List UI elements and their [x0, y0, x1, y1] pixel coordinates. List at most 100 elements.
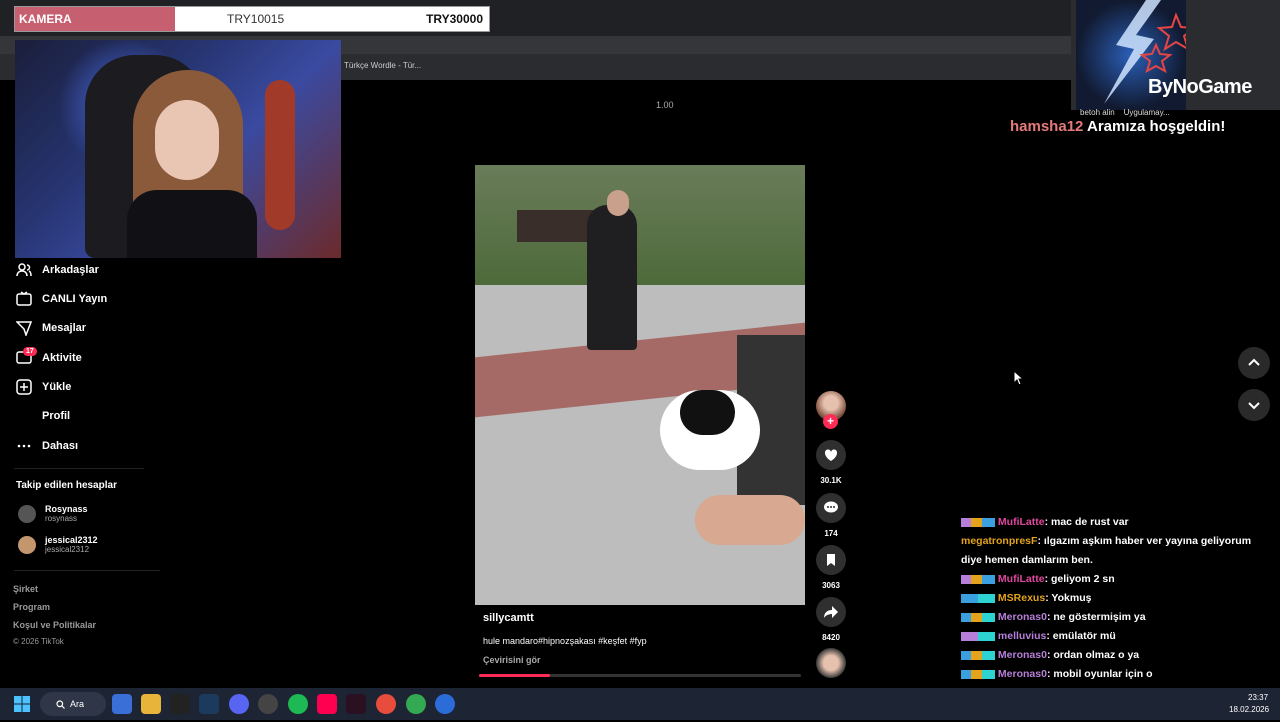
like-button[interactable]: 30.1K	[816, 440, 846, 485]
cam-face	[155, 100, 219, 180]
chat-badge-icon	[961, 517, 995, 527]
messages-icon	[16, 321, 32, 336]
video-progress-bar[interactable]	[479, 674, 801, 677]
chat-username: melluvius	[997, 630, 1047, 642]
more-icon	[17, 444, 31, 448]
video-hand	[695, 495, 805, 545]
like-count: 30.1K	[820, 476, 842, 485]
bynogame-logo: ByNoGame	[1148, 76, 1252, 98]
windows-start-icon[interactable]	[14, 696, 30, 712]
chat-text: : geliyom 2 sn	[1044, 573, 1115, 585]
nav-upload[interactable]: Yükle	[16, 379, 71, 395]
video-author[interactable]: sillycamtt	[483, 612, 534, 624]
next-video-button[interactable]	[1238, 389, 1270, 421]
footer-link[interactable]: Şirket	[13, 584, 38, 594]
chat-text: : mac de rust var	[1044, 516, 1129, 528]
footer-link[interactable]: Program	[13, 602, 50, 612]
translate-link[interactable]: Çevirisini gör	[483, 655, 541, 665]
taskbar-search[interactable]: Ara	[40, 692, 106, 716]
nav-messages[interactable]: Mesajlar	[16, 320, 86, 336]
mouse-cursor-icon	[1013, 370, 1025, 386]
chat-message: Meronas0: mobil oyunlar için o	[961, 665, 1271, 684]
windows-taskbar	[0, 688, 1280, 720]
upload-icon	[16, 379, 32, 395]
clock-time[interactable]: 23:37	[1248, 693, 1268, 702]
calculator-app-icon[interactable]	[112, 694, 132, 714]
chrome-icon[interactable]	[376, 694, 396, 714]
chat-badge-icon	[961, 650, 995, 660]
avatar	[18, 535, 36, 554]
follow-button[interactable]: +	[823, 414, 838, 429]
live-icon	[16, 291, 32, 306]
chat-username: MufiLatte	[997, 516, 1045, 528]
nav-live[interactable]: CANLI Yayın	[16, 291, 107, 307]
comment-icon	[824, 501, 838, 513]
video-player[interactable]	[475, 165, 805, 605]
overlay-tab-labels: betoh alin Uygulamay...	[1080, 108, 1170, 117]
previous-video-button[interactable]	[1238, 347, 1270, 379]
save-button[interactable]: 3063	[816, 545, 846, 590]
chat-badge-icon	[961, 574, 995, 584]
cam-body	[127, 190, 257, 258]
profile-icon	[16, 408, 32, 424]
steam-icon[interactable]	[199, 694, 219, 714]
app-icon-3[interactable]	[435, 694, 455, 714]
share-button[interactable]: 8420	[816, 597, 846, 642]
overlay-tab-1: betoh alin	[1080, 108, 1115, 117]
nav-label: Yükle	[42, 381, 72, 393]
app-icon[interactable]	[258, 694, 278, 714]
discord-icon[interactable]	[229, 694, 249, 714]
clock-date[interactable]: 18.02.2026	[1229, 705, 1269, 714]
chat-text: : ordan olmaz o ya	[1046, 649, 1140, 661]
heart-icon	[824, 449, 838, 461]
chrome-active-icon[interactable]	[406, 694, 426, 714]
bookmark-icon	[827, 554, 835, 566]
account-item[interactable]: Rosynass rosynass	[18, 504, 88, 523]
nav-label: CANLI Yayın	[42, 293, 108, 305]
donation-current: TRY10015	[227, 12, 285, 26]
comment-button[interactable]: 174	[816, 493, 846, 538]
file-explorer-icon[interactable]	[141, 694, 161, 714]
chat-username: megatronpresF	[961, 535, 1038, 547]
share-count: 8420	[822, 633, 840, 642]
epic-games-icon[interactable]	[170, 694, 190, 714]
playback-speed: 1.00	[656, 100, 674, 110]
nav-label: Dahası	[42, 440, 79, 452]
nav-label: Profil	[42, 410, 71, 422]
donation-goal: TRY30000	[426, 12, 483, 26]
friends-icon	[16, 263, 32, 277]
chevron-up-icon	[1248, 358, 1260, 366]
spotify-icon[interactable]	[288, 694, 308, 714]
nav-friends[interactable]: Arkadaşlar	[16, 262, 99, 278]
copyright: © 2026 TikTok	[13, 637, 64, 646]
welcome-text: Aramıza hoşgeldin!	[1087, 118, 1226, 135]
account-item[interactable]: jessical2312 jessical2312	[18, 535, 98, 554]
footer-link[interactable]: Koşul ve Politikalar	[13, 620, 96, 630]
music-disc[interactable]	[816, 648, 846, 678]
activity-badge: 17	[23, 347, 37, 356]
account-handle: jessical2312	[45, 545, 90, 554]
chat-username: Meronas0	[997, 668, 1047, 680]
divider	[14, 570, 160, 571]
chat-badge-icon	[961, 631, 995, 641]
chat-username: MSRexus	[997, 592, 1046, 604]
tiktok-app-icon[interactable]	[317, 694, 337, 714]
nav-label: Aktivite	[42, 352, 82, 364]
nav-profile[interactable]: Profil	[16, 408, 70, 424]
video-dog-spot	[680, 390, 735, 435]
app-icon-2[interactable]	[346, 694, 366, 714]
chat-message: Meronas0: ordan olmaz o ya	[961, 646, 1271, 665]
video-progress-fill	[479, 674, 550, 677]
divider	[14, 468, 144, 469]
account-name: Rosynass	[45, 504, 88, 514]
bookmark-wordle[interactable]: Türkçe Wordle - Tür...	[344, 61, 421, 70]
search-icon	[56, 699, 65, 709]
chat-username: Meronas0	[997, 649, 1047, 661]
search-label: Ara	[70, 699, 85, 709]
chat-badge-icon	[961, 593, 995, 603]
nav-more[interactable]: Dahası	[16, 438, 78, 454]
donation-goal-bar: KAMERA TRY10015 TRY30000	[14, 6, 490, 32]
video-man-head	[607, 190, 629, 216]
chevron-down-icon	[1248, 402, 1260, 410]
welcome-user: hamsha12	[1010, 118, 1084, 135]
